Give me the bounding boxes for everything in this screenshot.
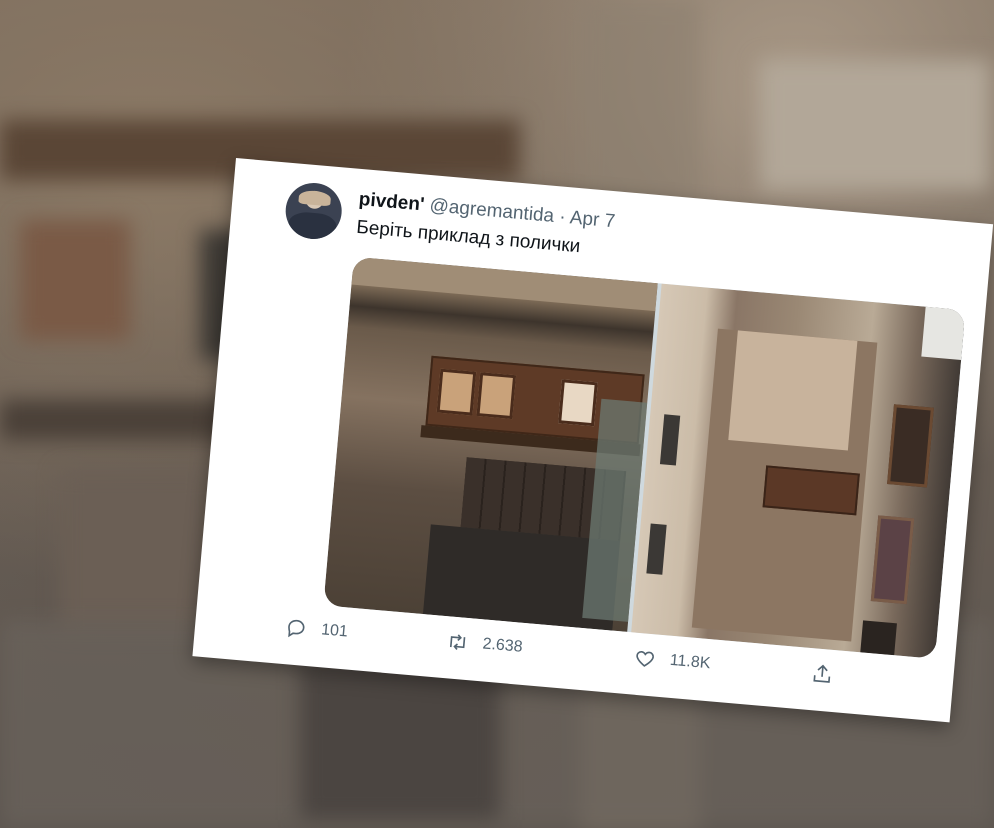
display-name[interactable]: pivden' bbox=[358, 189, 425, 216]
retweet-button[interactable]: 2.638 bbox=[446, 630, 524, 659]
retweet-count: 2.638 bbox=[481, 635, 524, 656]
retweet-icon bbox=[449, 634, 466, 650]
tweet-card: pivden' @agremantida · Apr 7 Беріть прик… bbox=[192, 158, 994, 723]
avatar[interactable] bbox=[283, 180, 345, 242]
like-count: 11.8K bbox=[669, 651, 712, 673]
tweet-date[interactable]: Apr 7 bbox=[569, 207, 616, 232]
reply-button[interactable]: 101 bbox=[284, 616, 349, 643]
share-button[interactable] bbox=[810, 662, 834, 686]
like-icon bbox=[636, 650, 654, 667]
share-icon bbox=[813, 664, 831, 683]
photo-1[interactable] bbox=[323, 256, 658, 632]
reply-count: 101 bbox=[320, 621, 349, 641]
tweet-media bbox=[323, 256, 966, 659]
like-button[interactable]: 11.8K bbox=[633, 647, 711, 676]
reply-icon bbox=[288, 619, 305, 638]
separator-dot: · bbox=[558, 206, 567, 228]
photo-2[interactable] bbox=[631, 283, 966, 659]
user-handle[interactable]: @agremantida bbox=[429, 195, 555, 227]
